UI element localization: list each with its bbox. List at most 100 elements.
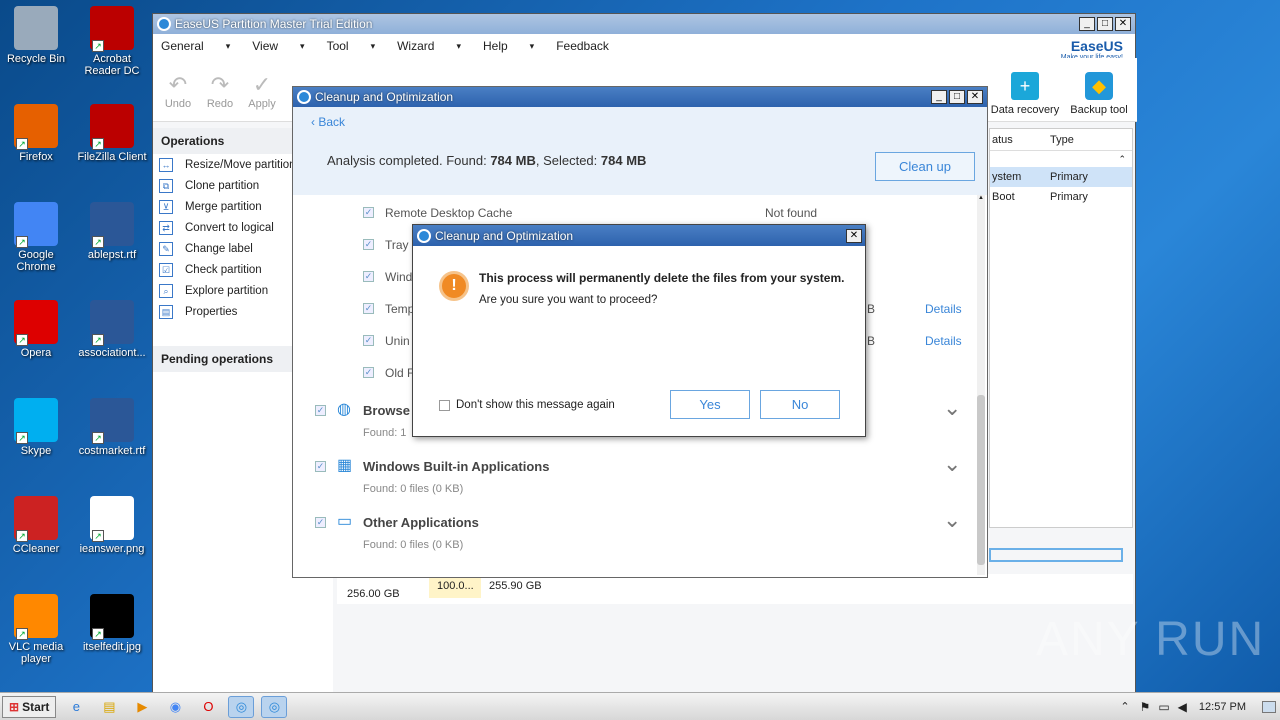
menu-general[interactable]: General — [161, 39, 204, 53]
cleanup-item[interactable]: ✓ Remote Desktop Cache Not found — [293, 195, 973, 227]
opera-taskbar-icon[interactable]: O — [195, 696, 221, 718]
chevron-down-icon[interactable]: ▾ — [300, 41, 305, 52]
chrome-taskbar-icon[interactable]: ◉ — [162, 696, 188, 718]
desktop-icon[interactable]: ↗ itselfedit.jpg — [76, 594, 148, 653]
column-status[interactable]: atus — [990, 134, 1050, 146]
desktop-icon-image: ↗ — [14, 496, 58, 542]
desktop-icon-image: ↗ — [14, 398, 58, 444]
scroll-up-arrow[interactable]: ▲ — [977, 195, 985, 205]
ie-taskbar-icon[interactable]: e — [63, 696, 89, 718]
desktop-icon[interactable]: ↗ ieanswer.png — [76, 496, 148, 555]
desktop-icon[interactable]: ↗ Opera — [0, 300, 72, 359]
flag-icon[interactable]: ⚑ — [1140, 700, 1151, 714]
item-checkbox[interactable]: ✓ — [363, 207, 374, 218]
chevron-down-icon[interactable]: ▾ — [456, 41, 461, 52]
data-recovery-tool[interactable]: + Data recovery — [989, 72, 1061, 116]
details-link[interactable]: Details — [925, 334, 962, 348]
item-label: Remote Desktop Cache — [385, 206, 513, 220]
scrollbar[interactable]: ▲ — [977, 195, 985, 575]
cleanup-group[interactable]: ✓ ▭ Other Applications Found: 0 files (0 KB… — [293, 505, 973, 561]
clean-up-button[interactable]: Clean up — [875, 152, 975, 181]
dialog-close-button[interactable]: ✕ — [846, 228, 862, 243]
anyrun-watermark: ANY RUN — [1036, 613, 1266, 666]
menu-wizard[interactable]: Wizard — [397, 39, 434, 53]
chevron-down-icon[interactable]: ⌄ — [943, 395, 961, 421]
redo-button[interactable]: ↷ Redo — [199, 72, 241, 110]
desktop-icon[interactable]: ↗ Acrobat Reader DC — [76, 6, 148, 77]
desktop-icon[interactable]: Recycle Bin — [0, 6, 72, 65]
desktop-icon[interactable]: ↗ VLC media player — [0, 594, 72, 665]
start-button[interactable]: ⊞ Start — [2, 695, 57, 718]
tool-label: Redo — [206, 98, 234, 110]
dialog-question: Are you sure you want to proceed? — [479, 294, 658, 306]
chevron-down-icon[interactable]: ▾ — [371, 41, 376, 52]
show-desktop-button[interactable] — [1262, 700, 1276, 713]
group-title: Browse — [363, 403, 410, 418]
show-hidden-icons-icon[interactable]: ⌃ — [1120, 700, 1129, 713]
details-link[interactable]: Details — [925, 302, 962, 316]
operation-icon: ↔ — [159, 157, 173, 172]
checkbox-box[interactable] — [439, 399, 450, 411]
easeus-taskbar-icon[interactable]: ◎ — [228, 695, 255, 718]
dont-show-checkbox[interactable]: Don't show this message again — [439, 399, 615, 411]
no-button[interactable]: No — [760, 390, 840, 419]
group-checkbox[interactable]: ✓ — [315, 461, 326, 472]
desktop-icon[interactable]: ↗ ablepst.rtf — [76, 202, 148, 261]
item-checkbox[interactable]: ✓ — [363, 303, 374, 314]
column-type[interactable]: Type — [1050, 134, 1074, 146]
media-player-taskbar-icon[interactable]: ▶ — [129, 696, 155, 718]
desktop-icon[interactable]: ↗ FileZilla Client — [76, 104, 148, 163]
operation-icon: ✎ — [159, 241, 173, 256]
backup-tool[interactable]: ◆ Backup tool — [1063, 72, 1135, 116]
desktop-icon[interactable]: ↗ Firefox — [0, 104, 72, 163]
item-checkbox[interactable]: ✓ — [363, 367, 374, 378]
scroll-thumb[interactable] — [977, 395, 985, 565]
operation-icon: ▤ — [159, 304, 173, 319]
desktop-icon-label: Skype — [20, 445, 52, 457]
desktop-icon[interactable]: ↗ Google Chrome — [0, 202, 72, 273]
item-checkbox[interactable]: ✓ — [363, 335, 374, 346]
operation-icon: ☑ — [159, 262, 173, 277]
table-row[interactable]: ystem Primary — [990, 167, 1132, 187]
desktop-icon[interactable]: ↗ associationt... — [76, 300, 148, 359]
chevron-down-icon[interactable]: ⌄ — [943, 451, 961, 477]
yes-button[interactable]: Yes — [670, 390, 750, 419]
explorer-taskbar-icon[interactable]: ▤ — [96, 696, 122, 718]
network-icon[interactable]: ▭ — [1158, 700, 1169, 714]
maximize-button[interactable]: □ — [949, 90, 965, 104]
group-checkbox[interactable]: ✓ — [315, 405, 326, 416]
disk-partition-1[interactable]: 100.0... — [429, 578, 481, 598]
disk-bar[interactable] — [989, 548, 1123, 562]
volume-icon[interactable]: ◀ — [1178, 700, 1187, 714]
desktop-icon[interactable]: ↗ CCleaner — [0, 496, 72, 555]
menu-feedback[interactable]: Feedback — [556, 39, 609, 53]
chevron-down-icon[interactable]: ▾ — [530, 41, 535, 52]
menu-view[interactable]: View — [252, 39, 278, 53]
desktop-icon-label: ablepst.rtf — [87, 249, 137, 261]
menu-tool[interactable]: Tool — [327, 39, 349, 53]
item-checkbox[interactable]: ✓ — [363, 239, 374, 250]
first-aid-icon: + — [1011, 72, 1039, 100]
minimize-button[interactable]: _ — [931, 90, 947, 104]
maximize-button[interactable]: □ — [1097, 17, 1113, 31]
cleanup-group[interactable]: ✓ ▦ Windows Built-in Applications Found: 0 … — [293, 449, 973, 505]
back-link[interactable]: ‹ Back — [311, 115, 345, 129]
easeus-cleanup-taskbar-icon[interactable]: ◎ — [261, 695, 288, 718]
close-button[interactable]: ✕ — [1115, 17, 1131, 31]
menu-help[interactable]: Help — [483, 39, 508, 53]
table-row[interactable]: Boot Primary — [990, 187, 1132, 207]
desktop-icon[interactable]: ↗ Skype — [0, 398, 72, 457]
chevron-down-icon[interactable]: ▾ — [226, 41, 231, 52]
disk-partition-2[interactable]: 255.90 GB — [489, 578, 542, 594]
item-checkbox[interactable]: ✓ — [363, 271, 374, 282]
group-checkbox[interactable]: ✓ — [315, 517, 326, 528]
chevron-down-icon[interactable]: ⌄ — [943, 507, 961, 533]
main-title: EaseUS Partition Master Trial Edition — [175, 17, 373, 31]
minimize-button[interactable]: _ — [1079, 17, 1095, 31]
close-button[interactable]: ✕ — [967, 90, 983, 104]
desktop-icon[interactable]: ↗ costmarket.rtf — [76, 398, 148, 457]
clock[interactable]: 12:57 PM — [1199, 701, 1246, 713]
undo-button[interactable]: ↶ Undo — [157, 72, 199, 110]
scroll-up-arrow[interactable]: ⌃ — [990, 151, 1132, 167]
apply-button[interactable]: ✓ Apply — [241, 72, 283, 110]
